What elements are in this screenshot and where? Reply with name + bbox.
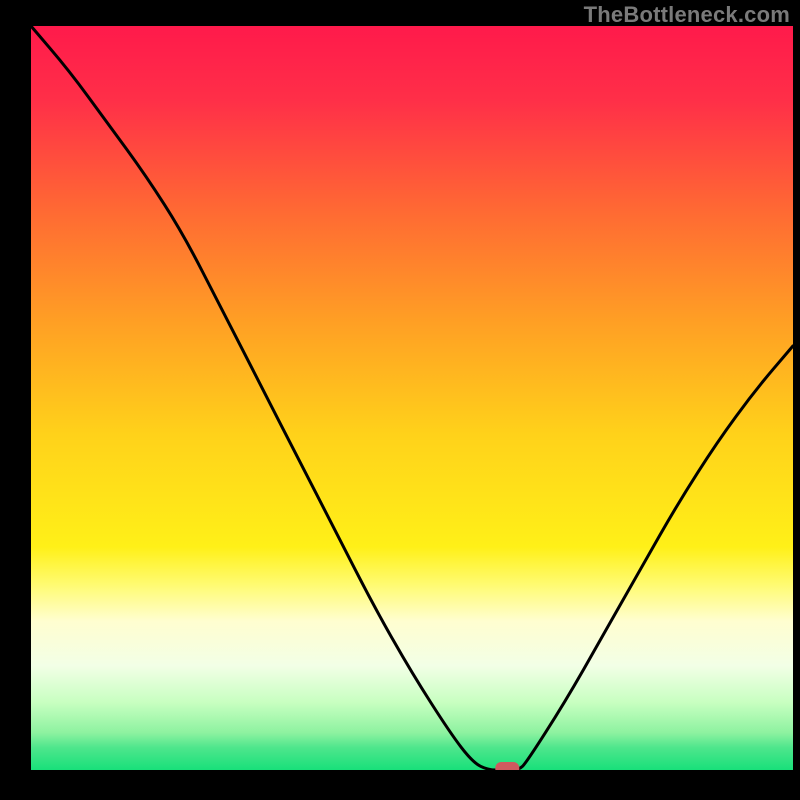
frame-left [0,0,31,800]
bottleneck-chart [0,0,800,800]
chart-background-gradient [31,26,793,770]
frame-bottom [0,770,800,800]
frame-right [793,0,800,800]
watermark-text: TheBottleneck.com [584,2,790,28]
chart-frame: TheBottleneck.com [0,0,800,800]
